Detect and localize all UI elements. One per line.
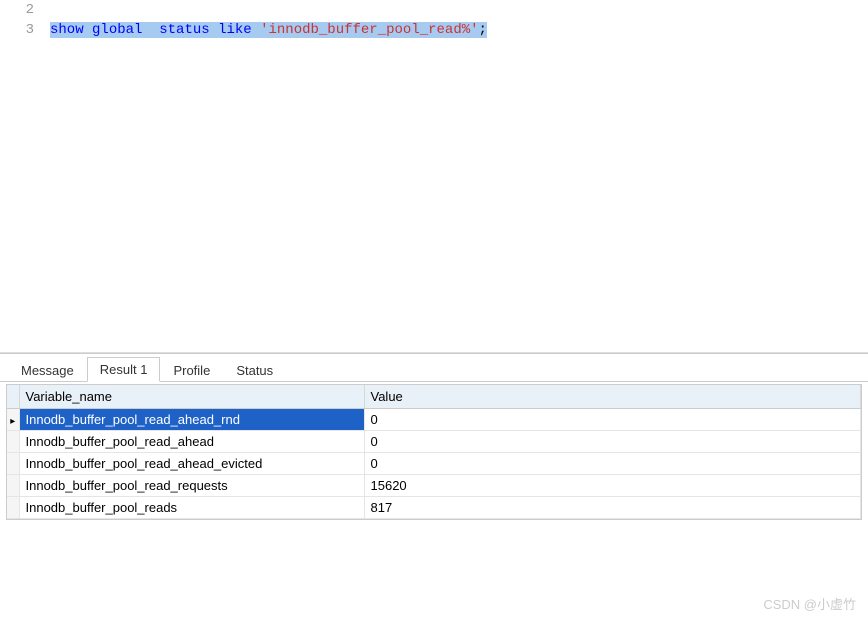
code-token: global bbox=[92, 22, 142, 38]
code-content[interactable]: show global status like 'innodb_buffer_p… bbox=[50, 20, 868, 40]
cell-variable-name[interactable]: Innodb_buffer_pool_read_ahead_rnd bbox=[19, 409, 364, 431]
results-panel: MessageResult 1ProfileStatus Variable_na… bbox=[0, 353, 868, 520]
table-row[interactable]: Innodb_buffer_pool_read_ahead0 bbox=[7, 431, 861, 453]
row-pointer bbox=[7, 497, 19, 519]
code-token bbox=[142, 22, 159, 38]
code-token bbox=[252, 22, 260, 38]
tab-profile[interactable]: Profile bbox=[160, 358, 223, 382]
line-number: 3 bbox=[0, 20, 50, 40]
code-token: like bbox=[218, 22, 252, 38]
cell-value[interactable]: 0 bbox=[364, 409, 861, 431]
code-token: ; bbox=[479, 22, 487, 38]
table-header-row: Variable_name Value bbox=[7, 385, 861, 409]
cell-value[interactable]: 817 bbox=[364, 497, 861, 519]
row-pointer bbox=[7, 475, 19, 497]
sql-editor[interactable]: 23show global status like 'innodb_buffer… bbox=[0, 0, 868, 353]
cell-value[interactable]: 15620 bbox=[364, 475, 861, 497]
line-number: 2 bbox=[0, 0, 50, 20]
cell-variable-name[interactable]: Innodb_buffer_pool_reads bbox=[19, 497, 364, 519]
code-token: show bbox=[50, 22, 84, 38]
cell-variable-name[interactable]: Innodb_buffer_pool_read_ahead bbox=[19, 431, 364, 453]
tab-message[interactable]: Message bbox=[8, 358, 87, 382]
column-header-value[interactable]: Value bbox=[364, 385, 861, 409]
cell-value[interactable]: 0 bbox=[364, 431, 861, 453]
results-table[interactable]: Variable_name Value ▸ Innodb_buffer_pool_… bbox=[7, 385, 861, 519]
code-line[interactable]: 3show global status like 'innodb_buffer_… bbox=[0, 20, 868, 40]
row-pointer bbox=[7, 453, 19, 475]
code-token bbox=[210, 22, 218, 38]
table-row[interactable]: Innodb_buffer_pool_read_requests15620 bbox=[7, 475, 861, 497]
cell-variable-name[interactable]: Innodb_buffer_pool_read_requests bbox=[19, 475, 364, 497]
results-table-container: Variable_name Value ▸ Innodb_buffer_pool_… bbox=[6, 384, 862, 520]
tab-result-1[interactable]: Result 1 bbox=[87, 357, 161, 382]
code-line[interactable]: 2 bbox=[0, 0, 868, 20]
table-row[interactable]: ▸ Innodb_buffer_pool_read_ahead_rnd0 bbox=[7, 409, 861, 431]
table-row[interactable]: Innodb_buffer_pool_read_ahead_evicted0 bbox=[7, 453, 861, 475]
watermark: CSDN @小虚竹 bbox=[763, 594, 856, 613]
code-token: 'innodb_buffer_pool_read%' bbox=[260, 22, 478, 38]
results-tabs: MessageResult 1ProfileStatus bbox=[0, 354, 868, 382]
row-pointer: ▸ bbox=[7, 409, 19, 431]
code-token bbox=[84, 22, 92, 38]
row-pointer bbox=[7, 431, 19, 453]
code-token: status bbox=[159, 22, 209, 38]
cell-variable-name[interactable]: Innodb_buffer_pool_read_ahead_evicted bbox=[19, 453, 364, 475]
row-pointer-header bbox=[7, 385, 19, 409]
table-row[interactable]: Innodb_buffer_pool_reads817 bbox=[7, 497, 861, 519]
cell-value[interactable]: 0 bbox=[364, 453, 861, 475]
column-header-variable[interactable]: Variable_name bbox=[19, 385, 364, 409]
row-pointer-icon: ▸ bbox=[10, 416, 15, 427]
code-content[interactable] bbox=[50, 0, 868, 20]
tab-status[interactable]: Status bbox=[223, 358, 286, 382]
